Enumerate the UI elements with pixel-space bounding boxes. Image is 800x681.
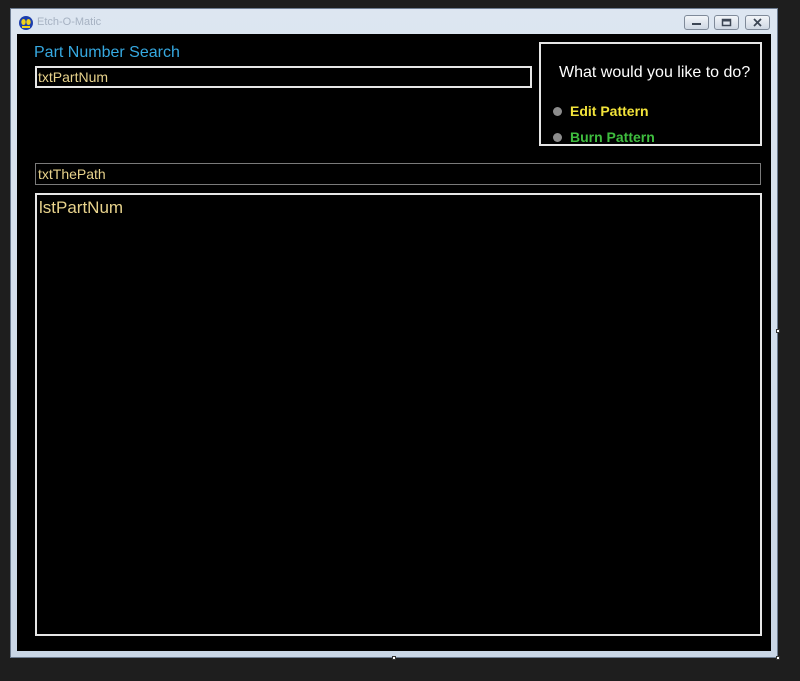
close-icon [753, 18, 762, 27]
resize-handle-corner[interactable] [776, 656, 780, 660]
edit-pattern-radio[interactable] [553, 106, 562, 116]
action-group-box: What would you like to do? Edit Pattern … [539, 42, 762, 146]
maximize-button[interactable] [714, 15, 739, 30]
form-window: Etch-O-Matic Part Number Search txtPartN… [10, 8, 778, 658]
part-number-list-label: lstPartNum [39, 198, 124, 217]
resize-handle-bottom[interactable] [392, 656, 396, 660]
resize-handle-right[interactable] [776, 329, 780, 333]
minimize-button[interactable] [684, 15, 709, 30]
path-input[interactable] [35, 163, 761, 185]
part-number-list[interactable]: lstPartNum [35, 193, 762, 636]
edit-pattern-label: Edit Pattern [570, 103, 649, 119]
burn-pattern-label: Burn Pattern [570, 129, 655, 145]
form-client-area: Part Number Search What would you like t… [17, 34, 771, 651]
close-button[interactable] [745, 15, 770, 30]
part-number-input[interactable] [35, 66, 532, 88]
part-number-search-label: Part Number Search [34, 44, 180, 61]
designer-surface: Etch-O-Matic Part Number Search txtPartN… [0, 0, 800, 681]
app-icon [19, 16, 33, 30]
burn-pattern-radio[interactable] [553, 132, 562, 142]
burn-pattern-option[interactable]: Burn Pattern [553, 128, 655, 146]
minimize-icon [692, 23, 701, 25]
action-question-label: What would you like to do? [559, 64, 751, 81]
title-bar[interactable]: Etch-O-Matic [11, 9, 777, 35]
edit-pattern-option[interactable]: Edit Pattern [553, 102, 649, 120]
maximize-icon [721, 18, 732, 27]
window-title: Etch-O-Matic [37, 16, 102, 28]
